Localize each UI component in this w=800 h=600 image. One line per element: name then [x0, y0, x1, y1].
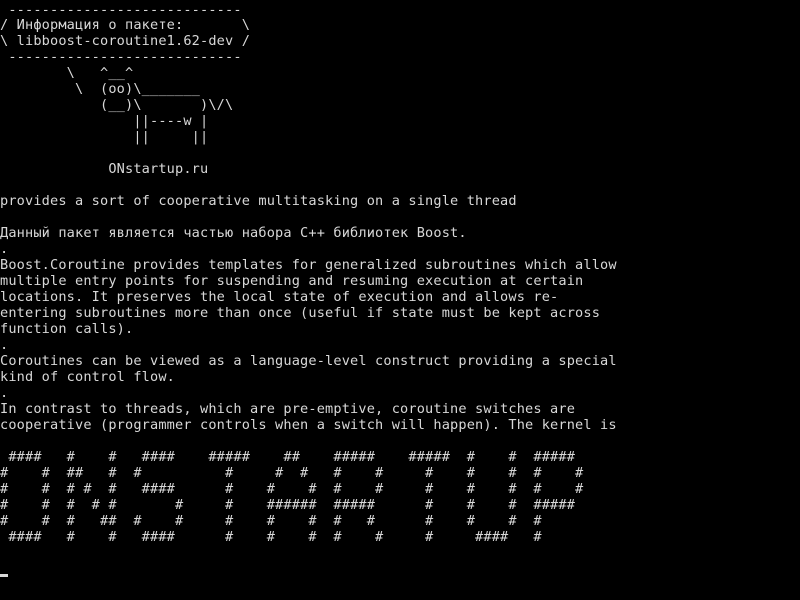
ascii-art-line: # # # ## # # # # # # # # # # #	[0, 513, 542, 529]
ascii-art-line: #### # # #### ##### ## ##### ##### # # #…	[0, 449, 576, 465]
description-line: cooperative (programmer controls when a …	[0, 417, 617, 433]
banner-title: / Информация о пакете: \	[0, 17, 251, 33]
banner-border-bottom: ----------------------------	[0, 49, 251, 65]
description-line: kind of control flow.	[0, 369, 176, 385]
description-line: Данный пакет является частью набора C++ …	[0, 225, 467, 241]
package-summary: provides a sort of cooperative multitask…	[0, 193, 517, 209]
site-name: ONstartup.ru	[0, 161, 209, 177]
description-line: Coroutines can be viewed as a language-l…	[0, 353, 617, 369]
ascii-art-line: #### # # #### # # # # # # #### #	[0, 529, 542, 545]
description-line: entering subroutines more than once (use…	[0, 305, 601, 321]
banner-package-name: \ libboost-coroutine1.62-dev /	[0, 33, 251, 49]
terminal-screen[interactable]: ---------------------------- / Информаци…	[0, 0, 800, 600]
description-line: multiple entry points for suspending and…	[0, 273, 584, 289]
description-line: .	[0, 385, 9, 401]
description-line: In contrast to threads, which are pre-em…	[0, 401, 576, 417]
description-line: Boost.Coroutine provides templates for g…	[0, 257, 617, 273]
cow-art-line: (__)\ )\/\	[0, 97, 234, 113]
ascii-art-line: # # # # # # # ###### ##### # # # #####	[0, 497, 576, 513]
description-line: .	[0, 337, 9, 353]
text-cursor	[0, 574, 8, 577]
description-line: .	[0, 241, 9, 257]
cow-art-line: || ||	[0, 129, 209, 145]
ascii-art-line: # # ## # # # # # # # # # # # #	[0, 465, 584, 481]
cow-art-line: \ ^__^	[0, 65, 134, 81]
banner-border-top: ----------------------------	[0, 2, 251, 18]
cow-art-line: ||----w |	[0, 113, 209, 129]
ascii-art-line: # # # # # #### # # # # # # # # # #	[0, 481, 584, 497]
cow-art-line: \ (oo)\_______	[0, 81, 201, 97]
description-line: function calls).	[0, 321, 134, 337]
description-line: locations. It preserves the local state …	[0, 289, 559, 305]
